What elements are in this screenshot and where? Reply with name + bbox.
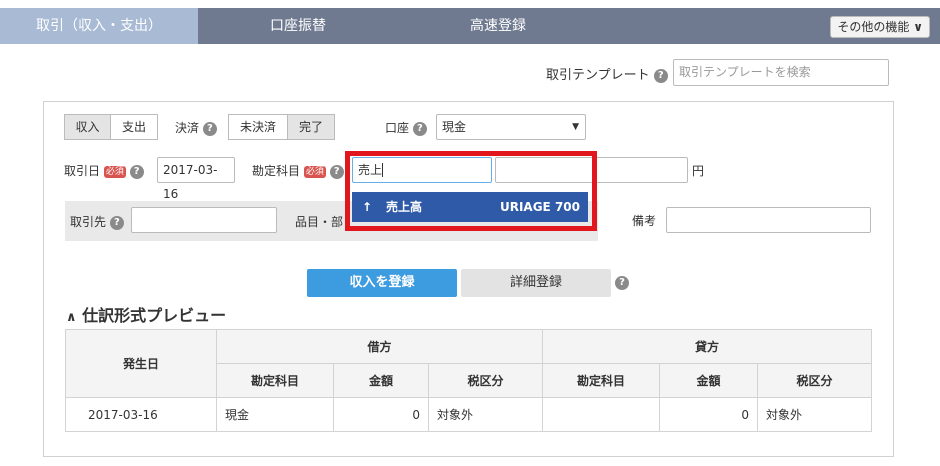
journal-preview-table: 発生日 借方 貸方 勘定科目 金額 税区分 勘定科目 金額 税区分 2017-0… xyxy=(65,329,872,432)
subject-label-wrap: 勘定科目 必須 ? xyxy=(252,162,344,179)
template-label: 取引テンプレート xyxy=(546,68,650,83)
required-badge: 必須 xyxy=(103,165,126,178)
debit-header: 借方 xyxy=(216,329,543,364)
subject-value: 売上 xyxy=(358,163,383,177)
memo-input[interactable] xyxy=(666,207,871,233)
type-income-toggle[interactable]: 収入 xyxy=(64,114,111,140)
template-search-placeholder: 取引テンプレートを検索 xyxy=(679,65,811,79)
account-select[interactable]: 現金 ▼ xyxy=(436,114,586,140)
currency-label: 円 xyxy=(692,164,705,178)
row-debit-amount: 0 xyxy=(333,397,429,432)
caret-down-icon: ▼ xyxy=(572,122,579,132)
col-date-header: 発生日 xyxy=(65,329,217,398)
debit-subject-header: 勘定科目 xyxy=(216,363,334,398)
row-credit-tax: 対象外 xyxy=(757,397,872,432)
date-label-wrap: 取引日 必須 ? xyxy=(64,162,144,179)
help-icon[interactable]: ? xyxy=(653,68,668,83)
table-row: 2017-03-16 現金 0 対象外 0 対象外 xyxy=(65,397,872,432)
template-label-wrap: 取引テンプレート ? xyxy=(546,64,668,83)
partner-input[interactable] xyxy=(131,207,277,233)
more-functions-label: その他の機能 xyxy=(837,20,910,34)
date-label: 取引日 xyxy=(64,164,101,178)
settlement-unsettled-toggle[interactable]: 未決済 xyxy=(228,114,288,140)
row-debit-subject: 現金 xyxy=(216,397,334,432)
row-date: 2017-03-16 xyxy=(65,397,217,432)
credit-header: 貸方 xyxy=(542,329,872,364)
suggestion-name: 売上高 xyxy=(386,200,423,214)
help-icon[interactable]: ? xyxy=(412,121,427,136)
preview-title-wrap[interactable]: ∧ 仕訳形式プレビュー xyxy=(66,302,226,326)
partner-label-wrap: 取引先 ? xyxy=(70,213,124,230)
settlement-label: 決済 xyxy=(175,121,200,135)
debit-amount-header: 金額 xyxy=(333,363,429,398)
account-label: 口座 xyxy=(385,121,410,135)
type-expense-toggle[interactable]: 支出 xyxy=(110,114,158,140)
suggestion-code-wrap: URIAGE 700 xyxy=(500,192,580,222)
memo-label: 備考 xyxy=(632,214,657,228)
tab-income-expense[interactable]: 取引（収入・支出） xyxy=(0,8,198,44)
suggestion-code: URIAGE xyxy=(499,200,551,214)
subject-label: 勘定科目 xyxy=(252,164,301,178)
credit-subject-header: 勘定科目 xyxy=(542,363,660,398)
partner-label: 取引先 xyxy=(70,215,107,229)
help-icon[interactable]: ? xyxy=(129,164,144,179)
help-icon[interactable]: ? xyxy=(615,276,629,290)
account-label-wrap: 口座 ? xyxy=(385,119,427,136)
subject-input[interactable]: 売上 xyxy=(352,157,492,183)
tab-transfer[interactable]: 口座振替 xyxy=(198,8,398,44)
date-input[interactable]: 2017-03-16 xyxy=(157,157,235,201)
chevron-up-icon: ∧ xyxy=(66,310,77,325)
credit-amount-header: 金額 xyxy=(659,363,758,398)
suggestion-item[interactable]: ↑ 売上高 URIAGE 700 xyxy=(352,192,588,222)
account-value: 現金 xyxy=(442,120,467,134)
register-income-button[interactable]: 収入を登録 xyxy=(307,269,457,297)
tab-bar: 取引（収入・支出） 口座振替 高速登録 その他の機能 ∨ xyxy=(0,8,940,44)
more-functions-button[interactable]: その他の機能 ∨ xyxy=(830,16,930,38)
help-icon[interactable]: ? xyxy=(202,121,217,136)
settlement-label-wrap: 決済 ? xyxy=(175,119,217,136)
required-badge: 必須 xyxy=(303,165,326,178)
chevron-down-icon: ∨ xyxy=(913,20,923,34)
row-credit-subject xyxy=(542,397,660,432)
row-debit-tax: 対象外 xyxy=(428,397,543,432)
template-search-input[interactable]: 取引テンプレートを検索 xyxy=(673,59,889,86)
preview-title: 仕訳形式プレビュー xyxy=(82,306,227,325)
settlement-complete-toggle[interactable]: 完了 xyxy=(287,114,335,140)
tab-quick-entry[interactable]: 高速登録 xyxy=(398,8,598,44)
item-label: 品目・部 xyxy=(295,215,344,229)
help-icon[interactable]: ? xyxy=(109,215,124,230)
credit-tax-header: 税区分 xyxy=(757,363,872,398)
arrow-up-icon: ↑ xyxy=(362,200,373,214)
detail-register-button[interactable]: 詳細登録 xyxy=(461,269,611,297)
help-icon[interactable]: ? xyxy=(329,164,344,179)
suggestion-number: 700 xyxy=(554,200,580,214)
debit-tax-header: 税区分 xyxy=(428,363,543,398)
row-credit-amount: 0 xyxy=(659,397,758,432)
